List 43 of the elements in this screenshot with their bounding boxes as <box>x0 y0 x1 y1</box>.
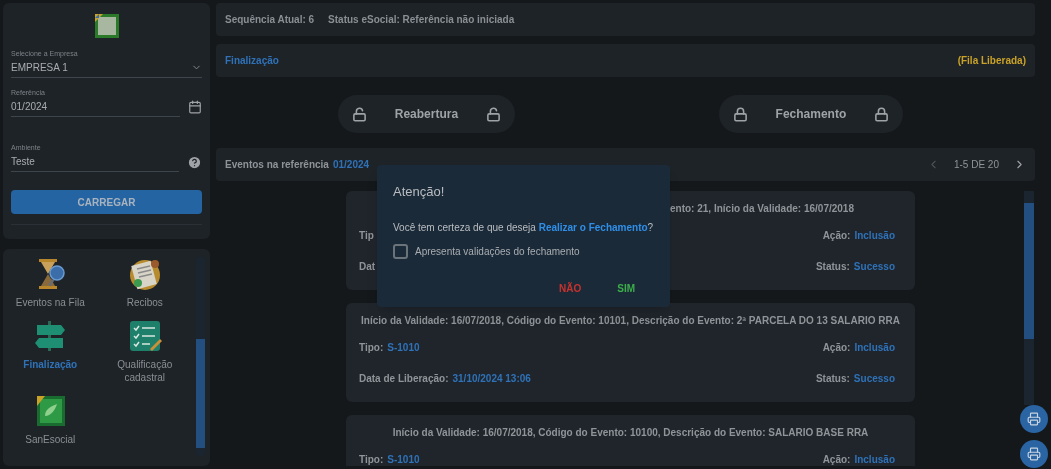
field-label: Ação: <box>822 229 851 243</box>
field-value: Sucesso <box>853 260 895 274</box>
checkbox-label: Apresenta validações do fechamento <box>415 244 580 259</box>
field-label: Ação: <box>822 453 851 466</box>
company-select[interactable]: EMPRESA 1 <box>11 58 202 78</box>
sequence-text: Sequência Atual: 6 <box>225 13 315 27</box>
confirm-button[interactable]: SIM <box>614 280 638 296</box>
action-button[interactable]: Reabertura <box>337 95 516 133</box>
environment-field[interactable]: Teste <box>11 152 179 172</box>
load-button[interactable]: CARREGAR <box>11 190 202 214</box>
field-label: Ação: <box>822 341 851 355</box>
section-title: Finalização <box>225 54 279 68</box>
menu-item[interactable]: Qualificação cadastral <box>97 319 192 384</box>
queue-status: (Fila Liberada) <box>957 54 1026 68</box>
field-value: Inclusão <box>854 453 895 466</box>
field-value: 31/10/2024 13:06 <box>452 372 531 386</box>
field-label: Status: <box>815 372 850 386</box>
menu-item[interactable]: Eventos na Fila <box>3 257 98 309</box>
status-text: Status eSocial: Referência não iniciada <box>328 13 515 27</box>
field-label: Tipo: <box>359 453 384 466</box>
field-label: Tip <box>359 229 374 243</box>
field-label: Data de Liberação: <box>359 372 449 386</box>
event-title: ento: 21, Início da Validade: 16/07/2018 <box>670 202 854 216</box>
field-label: Status: <box>815 260 850 274</box>
field-label: Tipo: <box>359 341 384 355</box>
dialog-message: Você tem certeza de que deseja Realizar o Fechamento? <box>393 220 654 235</box>
field-value: Inclusão <box>854 341 895 355</box>
menu-item[interactable]: Finalização <box>3 319 98 384</box>
pagination-text: 1-5 DE 20 <box>953 158 999 172</box>
field-value: Inclusão <box>854 229 895 243</box>
event-title: Início da Validade: 16/07/2018, Código do Evento: 10100, Descrição do Evento: SALARIO BASE RRA <box>392 426 869 440</box>
events-title: Eventos na referência <box>225 158 329 172</box>
dialog-title: Atenção! <box>393 183 446 201</box>
reference-field[interactable]: 01/2024 <box>11 97 180 117</box>
field-value: S-1010 <box>387 453 420 466</box>
event-title: Início da Validade: 16/07/2018, Código do Evento: 10101, Descrição do Evento: 2ª PARCELA DO 13 SALARIO RRA <box>361 314 900 328</box>
menu-item[interactable]: SanEsocial <box>3 394 98 446</box>
action-button[interactable]: Fechamento <box>718 95 904 133</box>
cancel-button[interactable]: NÃO <box>556 280 585 296</box>
field-label: Dat <box>359 260 376 274</box>
field-value: Sucesso <box>853 372 895 386</box>
menu-item[interactable]: Recibos <box>97 257 192 309</box>
field-value: S-1010 <box>387 341 420 355</box>
